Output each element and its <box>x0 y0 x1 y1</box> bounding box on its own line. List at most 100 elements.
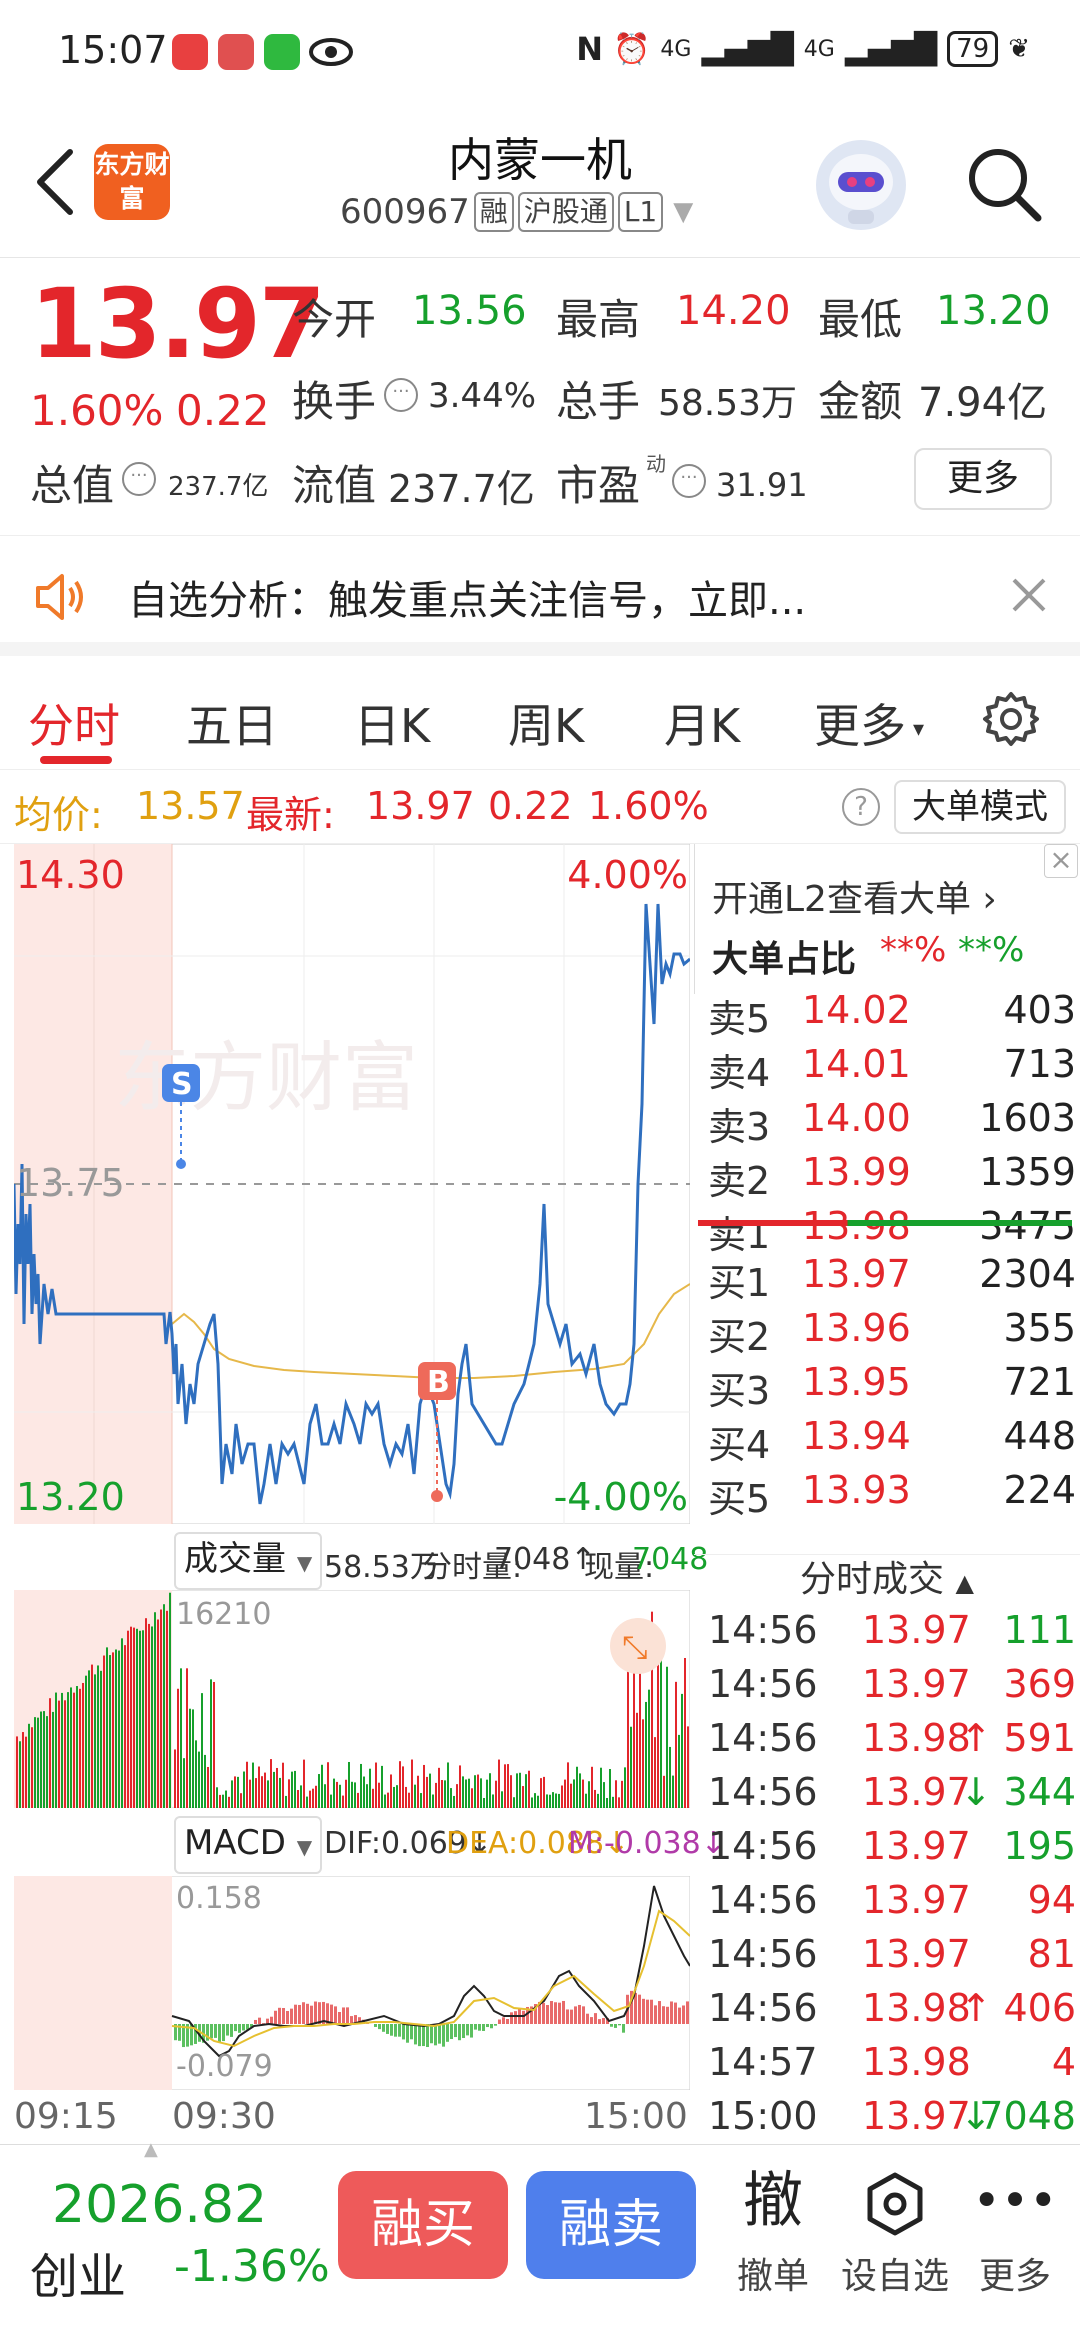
volume-bar <box>264 1772 266 1808</box>
more-menu-button[interactable]: ••• 更多 <box>960 2161 1070 2299</box>
order-book-panel: 开通L2查看大单 › × 大单占比 **% **% 卖5 14.02 403 卖4 14… <box>694 844 1080 2144</box>
macd-histogram-bar <box>418 2024 421 2047</box>
volume-select[interactable]: 成交量 ▼ <box>174 1532 323 1590</box>
trades-header[interactable]: 分时成交 ▲ <box>694 1554 1080 1606</box>
macd-histogram-bar <box>670 2001 673 2024</box>
cancel-order-button[interactable]: 撤 撤单 <box>718 2161 828 2299</box>
volume-bar <box>378 1782 380 1808</box>
help-icon[interactable]: ? <box>842 788 880 826</box>
ask-level: 卖2 <box>708 1159 771 1203</box>
bid-row[interactable]: 买5 13.93 224 <box>702 1468 1076 1522</box>
tab-five-day[interactable]: 五日 <box>186 690 278 756</box>
bid-level: 买4 <box>708 1423 771 1467</box>
stock-code-row[interactable]: 600967 融 沪股通 L1 ▼ <box>340 192 693 232</box>
ask-row[interactable]: 卖3 14.00 1603 <box>702 1096 1076 1150</box>
bid-row[interactable]: 买3 13.95 721 <box>702 1360 1076 1414</box>
volume-bar <box>237 1776 239 1808</box>
status-time: 15:07 <box>58 28 168 72</box>
volume-bar <box>267 1780 269 1808</box>
macd-histogram-bar <box>562 2000 565 2024</box>
macd-histogram-bar <box>318 2002 321 2024</box>
volume-bar <box>306 1796 308 1808</box>
ask-row[interactable]: 卖2 13.99 1359 <box>702 1150 1076 1204</box>
macd-histogram-bar <box>686 2001 689 2024</box>
l2-promo-text: 开通L2查看大单 <box>712 879 971 920</box>
trade-price: 13.97 <box>862 1662 971 1706</box>
tab-daily-k[interactable]: 日K <box>354 690 430 756</box>
robot-assistant-icon[interactable] <box>816 140 906 230</box>
volume-bar <box>432 1794 434 1808</box>
volume-bar <box>558 1793 560 1808</box>
volume-bar <box>636 1712 638 1808</box>
bid-row[interactable]: 买1 13.97 2304 <box>702 1252 1076 1306</box>
volume-bar <box>288 1779 290 1808</box>
volume-bar <box>160 1609 162 1808</box>
ask-row[interactable]: 卖4 14.01 713 <box>702 1042 1076 1096</box>
macd-histogram-bar <box>486 2024 489 2028</box>
bid-row[interactable]: 买2 13.96 355 <box>702 1306 1076 1360</box>
macd-histogram-bar <box>546 2005 549 2024</box>
intraday-price-chart[interactable]: 东方财富 S B 14.30 13.75 13.20 4.00% -4.00% <box>12 843 691 1525</box>
big-order-ratio-sell: **% <box>958 930 1025 970</box>
macd-histogram-bar <box>214 2024 217 2038</box>
big-order-mode-button[interactable]: 大单模式 <box>894 780 1066 834</box>
close-icon[interactable]: × <box>1044 844 1078 878</box>
analysis-notice[interactable]: 自选分析：触发重点关注信号，立即... <box>0 538 1080 656</box>
tab-monthly-k[interactable]: 月K <box>664 690 740 756</box>
volume-bar <box>681 1693 683 1808</box>
triangle-up-icon: ▲ <box>955 1569 974 1597</box>
ask-row[interactable]: 卖5 14.02 403 <box>702 988 1076 1042</box>
volume-bar <box>139 1630 141 1808</box>
ask-level: 卖5 <box>708 997 771 1041</box>
macd-histogram-bar <box>622 2024 625 2033</box>
macd-chart[interactable]: 0.158 -0.079 <box>13 1875 691 2091</box>
volume-bar <box>133 1627 135 1808</box>
volume-chart[interactable]: 16210 ⤡ <box>13 1589 691 1809</box>
volume-bar <box>115 1649 117 1808</box>
trade-price: 13.98 <box>862 1986 971 2030</box>
buy-marker: B <box>427 1365 450 1400</box>
close-icon[interactable] <box>1006 572 1052 618</box>
volume-bar <box>687 1726 689 1808</box>
macd-histogram-bar <box>682 2005 685 2024</box>
volume-bar <box>450 1788 452 1808</box>
l2-promo-link[interactable]: 开通L2查看大单 › <box>712 870 997 922</box>
bid-row[interactable]: 买4 13.94 448 <box>702 1414 1076 1468</box>
volume-bar <box>249 1779 251 1808</box>
add-watchlist-button[interactable]: 设自选 <box>840 2161 950 2299</box>
search-icon[interactable] <box>962 142 1046 226</box>
volume-bar <box>342 1795 344 1808</box>
macd-histogram-bar <box>234 2024 237 2032</box>
gear-icon[interactable] <box>982 690 1040 748</box>
macd-select[interactable]: MACD ▼ <box>174 1816 323 1874</box>
info-dots-icon[interactable]: ··· <box>384 378 418 412</box>
volume-bar <box>615 1780 617 1808</box>
volume-label: 总手 <box>556 377 641 426</box>
index-value[interactable]: 2026.82 <box>52 2175 267 2235</box>
bid-ask-divider <box>698 1220 1072 1226</box>
margin-sell-button[interactable]: 融卖 <box>526 2171 696 2279</box>
change-amount: 0.22 <box>176 386 270 435</box>
macd-histogram-bar <box>570 2009 573 2024</box>
expand-icon: ⤡ <box>622 1628 648 1666</box>
info-dots-icon[interactable]: ··· <box>672 464 706 498</box>
more-label: 更多 <box>978 2256 1051 2297</box>
trade-row: 14:56 13.97 369 <box>702 1662 1076 1716</box>
volume-bar <box>243 1771 245 1808</box>
tab-intraday[interactable]: 分时 <box>28 690 120 756</box>
bid-level: 买2 <box>708 1315 771 1359</box>
more-quote-button[interactable]: 更多 <box>914 448 1052 510</box>
tab-weekly-k[interactable]: 周K <box>508 690 584 756</box>
tab-more[interactable]: 更多 ▾ <box>814 690 924 756</box>
sell-marker: S <box>171 1067 193 1102</box>
ask-row[interactable]: 卖1 13.98 3475 <box>702 1204 1076 1258</box>
macd-histogram-bar <box>426 2024 429 2048</box>
index-name[interactable]: 创业 <box>30 2237 126 2307</box>
bid-volume: 721 <box>1003 1360 1076 1404</box>
ask-volume: 3475 <box>979 1204 1076 1248</box>
macd-histogram-bar <box>514 2011 517 2024</box>
info-dots-icon[interactable]: ··· <box>122 462 156 496</box>
volume-bar <box>219 1794 221 1808</box>
index-change[interactable]: -1.36% <box>174 2241 330 2292</box>
margin-buy-button[interactable]: 融买 <box>338 2171 508 2279</box>
